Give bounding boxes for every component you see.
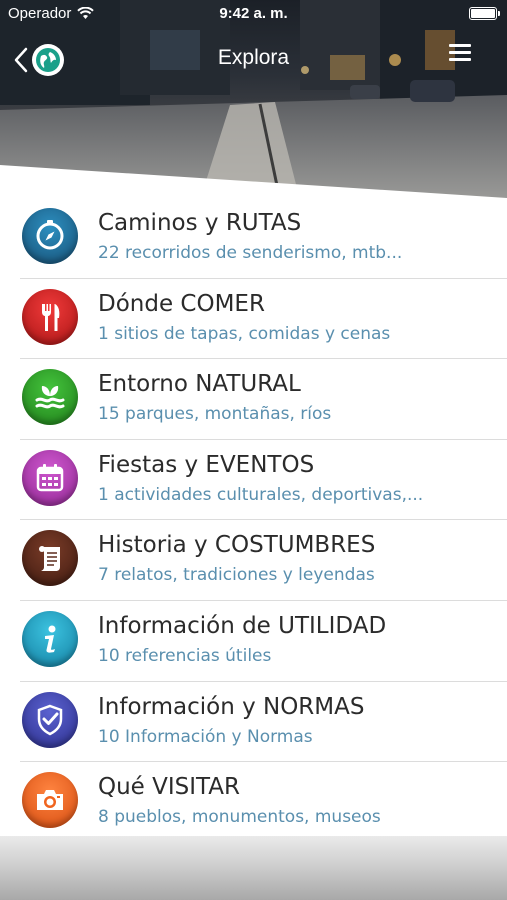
page-title: Explora: [217, 46, 290, 69]
item-title: Qué VISITAR: [98, 774, 241, 801]
header-divider: [0, 165, 507, 200]
item-title: Entorno NATURAL: [98, 371, 301, 398]
item-subtitle: 10 Información y Normas: [98, 726, 313, 747]
calendar-icon: [22, 449, 78, 506]
item-subtitle: 7 relatos, tradiciones y leyendas: [98, 565, 375, 586]
list-item-normas[interactable]: Información y NORMAS 10 Información y No…: [20, 682, 507, 763]
leaf-icon: [22, 369, 78, 426]
nav-bar: Explora: [0, 36, 507, 84]
category-list: Caminos y RUTAS 22 recorridos de senderi…: [0, 198, 507, 843]
status-time: 9:42 a. m.: [219, 5, 288, 22]
scroll-icon: [22, 530, 78, 587]
list-item-natural[interactable]: Entorno NATURAL 15 parques, montañas, rí…: [20, 359, 507, 440]
item-subtitle: 10 referencias útiles: [98, 645, 272, 666]
menu-button[interactable]: [449, 44, 473, 68]
fork-knife-icon: [22, 288, 78, 345]
item-title: Caminos y RUTAS: [98, 210, 302, 236]
item-title: Dónde COMER: [98, 290, 265, 317]
status-bar: Operador 9:42 a. m.: [0, 0, 507, 28]
list-item-eventos[interactable]: Fiestas y EVENTOS 1 actividades cultural…: [20, 440, 507, 521]
list-item-utilidad[interactable]: Información de UTILIDAD 10 referencias ú…: [20, 601, 507, 682]
list-item-comer[interactable]: Dónde COMER 1 sitios de tapas, comidas y…: [20, 279, 507, 360]
item-subtitle: 1 sitios de tapas, comidas y cenas: [98, 323, 391, 344]
info-icon: [22, 610, 78, 667]
item-title: Información y NORMAS: [98, 693, 365, 720]
item-subtitle: 22 recorridos de senderismo, mtb...: [98, 243, 403, 263]
item-title: Historia y COSTUMBRES: [98, 532, 376, 559]
item-title: Fiestas y EVENTOS: [98, 451, 315, 478]
battery-icon: [469, 7, 500, 20]
item-subtitle: 15 parques, montañas, ríos: [98, 404, 332, 425]
list-item-visitar[interactable]: Qué VISITAR 8 pueblos, monumentos, museo…: [20, 762, 507, 843]
item-title: Información de UTILIDAD: [98, 612, 387, 639]
hamburger-icon: [449, 44, 473, 61]
bottom-bar: [0, 836, 507, 900]
list-item-historia[interactable]: Historia y COSTUMBRES 7 relatos, tradici…: [20, 520, 507, 601]
shield-check-icon: [22, 691, 78, 748]
compass-icon: [22, 208, 78, 264]
camera-icon: [22, 772, 78, 829]
list-item-caminos[interactable]: Caminos y RUTAS 22 recorridos de senderi…: [20, 198, 507, 279]
item-subtitle: 8 pueblos, monumentos, museos: [98, 807, 381, 828]
header-banner: Operador 9:42 a. m. Explora: [0, 0, 507, 200]
item-subtitle: 1 actividades culturales, deportivas,...: [98, 484, 424, 505]
